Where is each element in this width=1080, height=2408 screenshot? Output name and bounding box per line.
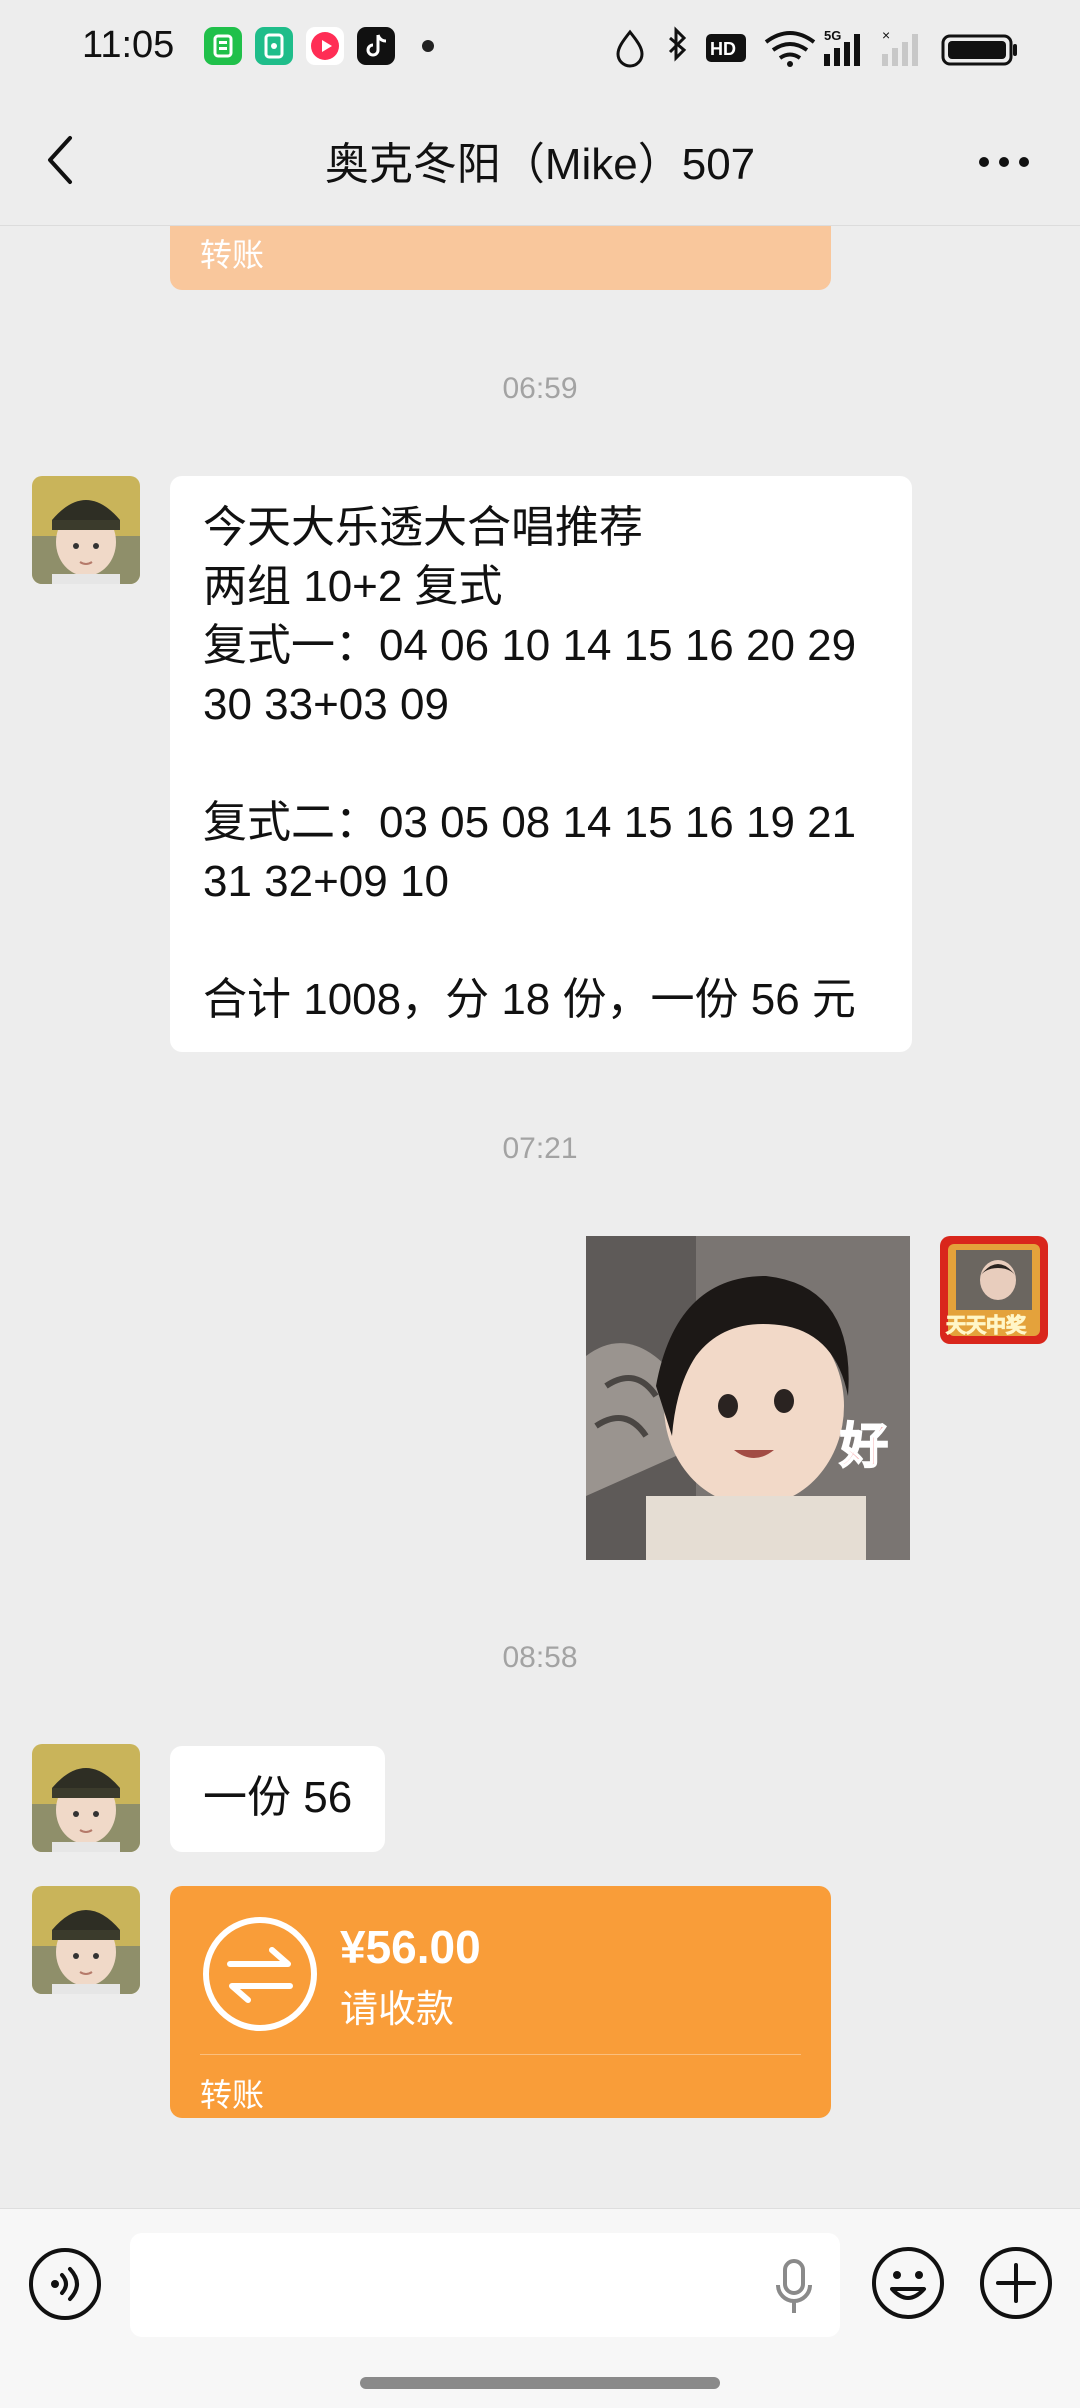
message-timestamp: 06:59 (502, 372, 578, 405)
voice-mode-icon[interactable] (28, 2247, 102, 2321)
svg-text:×: × (882, 27, 890, 43)
transfer-label: 转账 (200, 237, 265, 273)
transfer-divider (200, 2054, 801, 2055)
message-timestamp: 07:21 (502, 1132, 578, 1165)
message-bubble[interactable]: 一份 56 (170, 1746, 386, 1852)
input-bar (0, 2208, 1080, 2408)
microphone-icon[interactable] (770, 2257, 818, 2317)
more-notifications-dot (422, 40, 434, 52)
message-input[interactable] (130, 2233, 840, 2337)
chat-header: 奥克冬阳（Mike）507 (0, 98, 1080, 226)
message-text: 一份 56 (203, 1773, 353, 1822)
svg-text:HD: HD (710, 39, 736, 59)
transfer-icon (203, 1917, 317, 2031)
message-bubble[interactable]: 今天大乐透大合唱推荐 两组 10+2 复式 复式一：04 06 10 14 15… (170, 476, 912, 1052)
app-notification-icon (255, 27, 293, 65)
status-time: 11:05 (82, 24, 175, 66)
status-bar: 11:05 HD 5G × (0, 0, 1080, 98)
svg-text:5G: 5G (824, 28, 841, 43)
sticker-image[interactable]: 好 (586, 1236, 910, 1560)
transfer-amount: ¥56.00 (340, 1921, 481, 1973)
app-notification-icon (204, 27, 242, 65)
contact-avatar[interactable] (32, 1744, 140, 1852)
emoji-icon[interactable] (870, 2245, 946, 2321)
transfer-status: 请收款 (340, 1989, 455, 2031)
self-avatar-text: 天天中奖 (946, 1313, 1027, 1337)
contact-avatar[interactable] (32, 1886, 140, 1994)
contact-avatar[interactable] (32, 476, 140, 584)
message-text: 今天大乐透大合唱推荐 两组 10+2 复式 复式一：04 06 10 14 15… (203, 503, 857, 1024)
self-avatar[interactable]: 天天中奖 (940, 1236, 1048, 1344)
home-indicator[interactable] (360, 2377, 720, 2389)
transfer-card-partial[interactable]: 转账 (170, 226, 831, 290)
plus-icon[interactable] (978, 2245, 1054, 2321)
message-timestamp: 08:58 (502, 1641, 578, 1674)
more-options-icon[interactable] (972, 134, 1036, 190)
sticker-caption: 好 (839, 1418, 888, 1474)
transfer-card[interactable]: ¥56.00 请收款 转账 (170, 1886, 831, 2118)
transfer-label: 转账 (200, 2077, 265, 2113)
status-icons: HD 5G × (616, 26, 1017, 68)
message-list[interactable]: 转账 06:59 今天大乐透大合唱推荐 两组 10+2 复式 复式一：04 06… (0, 226, 1080, 2208)
app-notification-icon (357, 27, 395, 65)
chat-title: 奥克冬阳（Mike）507 (324, 140, 756, 189)
app-notification-icon (306, 27, 344, 65)
